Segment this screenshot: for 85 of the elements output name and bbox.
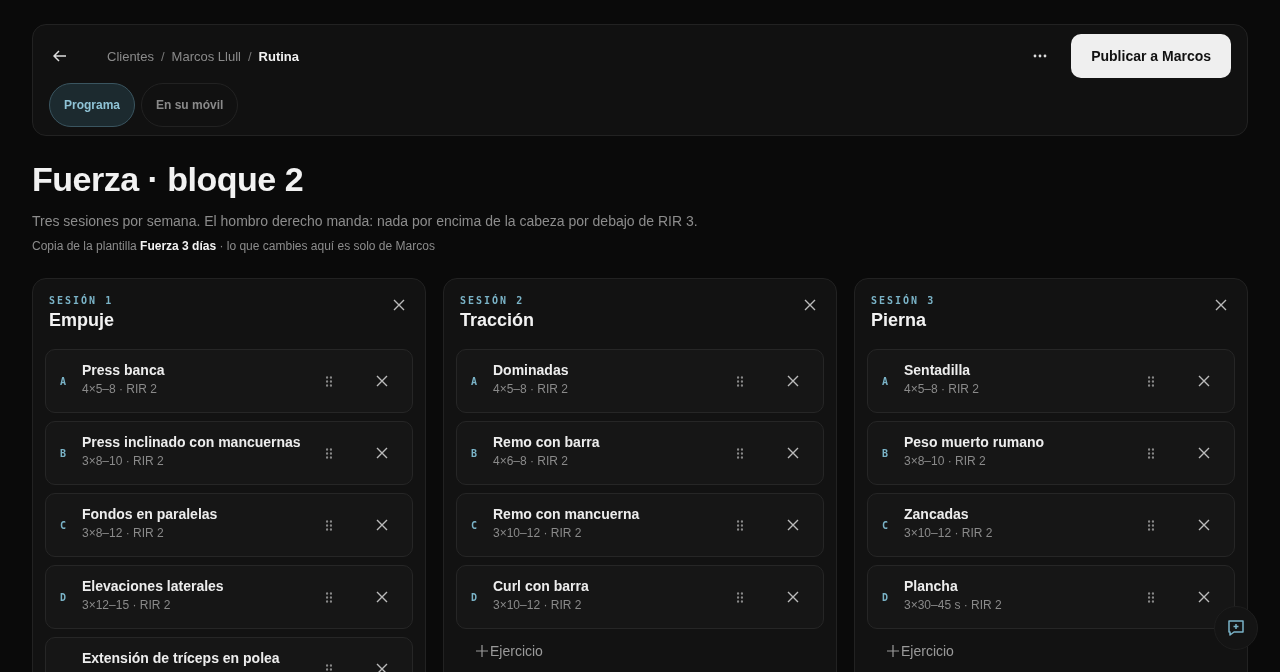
tab[interactable]: En su móvil: [141, 83, 239, 127]
drag-handle-icon[interactable]: [1148, 447, 1154, 459]
tab[interactable]: Programa: [49, 83, 136, 127]
exercise-card[interactable]: B Press inclinado con mancuernas 3×8–10 · RIR 2: [45, 421, 413, 485]
drag-handle-icon[interactable]: [326, 375, 332, 387]
exercise-name: Remo con mancuerna: [493, 506, 641, 522]
exercise-letter: D: [882, 591, 890, 603]
exercise-name: Dominadas: [493, 362, 570, 378]
exercise-sets: 4×5–8 · RIR 2: [904, 382, 981, 396]
publish-button[interactable]: Publicar a Marcos: [1071, 34, 1231, 78]
exercise-card[interactable]: A Dominadas 4×5–8 · RIR 2: [456, 349, 824, 413]
drag-handle-icon[interactable]: [1148, 375, 1154, 387]
breadcrumb-separator: /: [247, 48, 252, 64]
drag-handle-icon[interactable]: [326, 591, 332, 603]
exercise-card[interactable]: B Peso muerto rumano 3×8–10 · RIR 2: [867, 421, 1235, 485]
breadcrumb-link[interactable]: Clientes: [107, 48, 154, 64]
exercise-sets: 3×30–45 s · RIR 2: [904, 598, 1003, 612]
plus-icon: [476, 645, 488, 657]
drag-handle-icon[interactable]: [737, 519, 743, 531]
drag-handle-icon[interactable]: [737, 591, 743, 603]
exercise-sets: 3×8–12 · RIR 2: [82, 526, 165, 540]
session-label: SESIÓN 3: [871, 295, 936, 306]
template-note: Copia de la plantilla Fuerza 3 días · lo que cambies aquí es solo de Marcos: [32, 239, 436, 253]
session-label: SESIÓN 2: [460, 295, 526, 306]
exercise-card[interactable]: D Elevaciones laterales 3×12–15 · RIR 2: [45, 565, 413, 629]
exercise-card[interactable]: D Curl con barra 3×10–12 · RIR 2: [456, 565, 824, 629]
breadcrumb-link[interactable]: Marcos Llull: [171, 48, 241, 64]
exercise-name: Elevaciones laterales: [82, 578, 225, 594]
exercise-name: Peso muerto rumano: [904, 434, 1046, 450]
exercise-card[interactable]: A Press banca 4×5–8 · RIR 2: [45, 349, 413, 413]
exercise-sets: 3×10–12 · RIR 2: [493, 526, 583, 540]
drag-handle-icon[interactable]: [737, 447, 743, 459]
exercise-sets: 4×5–8 · RIR 2: [82, 382, 159, 396]
exercise-letter: D: [60, 591, 68, 603]
exercise-sets: 3×10–12 · RIR 2: [904, 526, 994, 540]
drag-handle-icon[interactable]: [326, 663, 332, 672]
exercise-sets: 3×8–10 · RIR 2: [82, 454, 165, 468]
exercise-card[interactable]: D Plancha 3×30–45 s · RIR 2: [867, 565, 1235, 629]
description: Tres sesiones por semana. El hombro derecho manda: nada por encima de la cabeza por debajo de RIR 3.: [32, 213, 699, 229]
drag-handle-icon[interactable]: [1148, 591, 1154, 603]
page-title: Fuerza · bloque 2: [32, 160, 305, 199]
exercise-letter: D: [471, 591, 479, 603]
exercise-name: Remo con barra: [493, 434, 601, 450]
exercise-card[interactable]: A Sentadilla 4×5–8 · RIR 2: [867, 349, 1235, 413]
exercise-name: Press banca: [82, 362, 166, 378]
drag-handle-icon[interactable]: [1148, 519, 1154, 531]
exercise-card[interactable]: C Zancadas 3×10–12 · RIR 2: [867, 493, 1235, 557]
exercise-name: Zancadas: [904, 506, 970, 522]
exercise-letter: A: [471, 375, 479, 387]
exercise-sets: 4×6–8 · RIR 2: [493, 454, 570, 468]
drag-handle-icon[interactable]: [737, 375, 743, 387]
breadcrumb-link[interactable]: Rutina: [258, 48, 300, 64]
plus-icon: [887, 645, 899, 657]
exercise-sets: 3×8–10 · RIR 2: [904, 454, 987, 468]
add-exercise-button[interactable]: Ejercicio: [887, 643, 954, 659]
exercise-name: Press inclinado con mancuernas: [82, 434, 302, 450]
exercise-name: Fondos en paralelas: [82, 506, 219, 522]
exercise-name: Plancha: [904, 578, 959, 594]
exercise-card[interactable]: C Fondos en paralelas 3×8–12 · RIR 2: [45, 493, 413, 557]
drag-handle-icon[interactable]: [326, 447, 332, 459]
add-exercise-button[interactable]: Ejercicio: [476, 643, 543, 659]
session-name: Pierna: [871, 310, 928, 331]
exercise-letter: B: [60, 447, 68, 459]
exercise-card[interactable]: C Remo con mancuerna 3×10–12 · RIR 2: [456, 493, 824, 557]
session-name: Empuje: [49, 310, 114, 331]
exercise-letter: B: [471, 447, 479, 459]
exercise-sets: 4×5–8 · RIR 2: [493, 382, 570, 396]
exercise-sets: 3×10–12 · RIR 2: [493, 598, 583, 612]
exercise-letter: A: [60, 375, 68, 387]
exercise-card[interactable]: Extensión de tríceps en polea: [45, 637, 413, 672]
session-name: Tracción: [460, 310, 535, 331]
exercise-name: Sentadilla: [904, 362, 972, 378]
exercise-name: Extensión de tríceps en polea: [82, 650, 281, 666]
exercise-letter: C: [882, 519, 890, 531]
breadcrumb-separator: /: [160, 48, 165, 64]
exercise-letter: C: [471, 519, 479, 531]
comment-plus-icon: [1226, 618, 1246, 638]
exercise-sets: 3×12–15 · RIR 2: [82, 598, 172, 612]
exercise-letter: A: [882, 375, 890, 387]
exercise-letter: C: [60, 519, 68, 531]
exercise-card[interactable]: B Remo con barra 4×6–8 · RIR 2: [456, 421, 824, 485]
exercise-name: Curl con barra: [493, 578, 590, 594]
session-label: SESIÓN 1: [49, 295, 114, 306]
exercise-letter: B: [882, 447, 890, 459]
drag-handle-icon[interactable]: [326, 519, 332, 531]
